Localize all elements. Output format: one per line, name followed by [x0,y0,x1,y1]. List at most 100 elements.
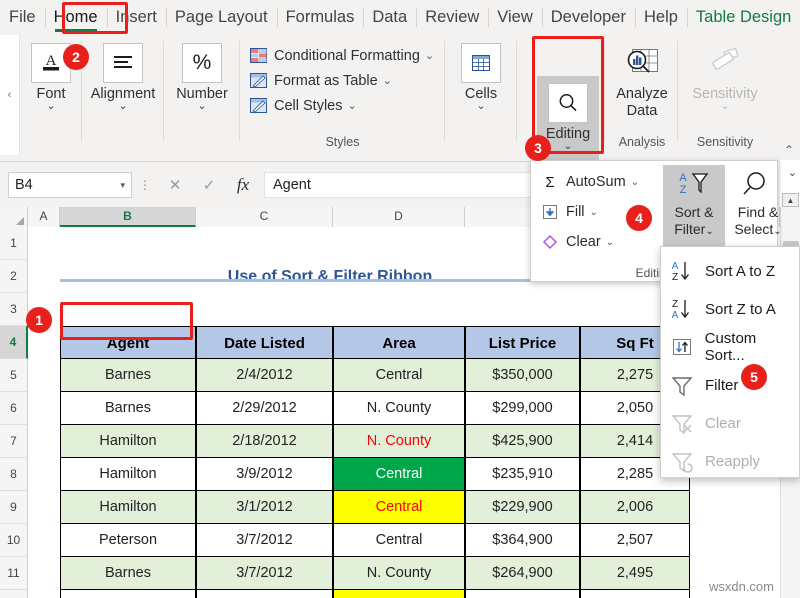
cell-agent[interactable]: Peterson [60,524,196,557]
insert-function-icon[interactable]: fx [226,172,260,198]
clear-chevron-down-icon[interactable]: ⌄ [606,237,614,248]
ribbon-collapse-caret-icon[interactable]: ⌃ [784,143,794,157]
cell-area[interactable]: Central [333,458,465,491]
find-select-chevron-down-icon[interactable]: ⌄ [773,226,781,237]
cell-area[interactable]: N. County [333,557,465,590]
cell-list-price[interactable]: $425,900 [465,425,580,458]
sort-filter-chevron-down-icon[interactable]: ⌄ [705,226,713,237]
table-row[interactable]: Peterson3/7/2012Central$364,9002,507 [28,524,780,557]
tab-data[interactable]: Data [363,0,416,35]
alignment-chevron-down-icon[interactable]: ⌄ [118,102,127,111]
editing-chevron-down-icon[interactable]: ⌄ [563,142,572,151]
table-row[interactable]: Hamilton3/1/2012Central$229,9002,006 [28,491,780,524]
cancel-icon[interactable]: ✕ [158,172,192,198]
cell-date-listed[interactable]: 3/1/2012 [196,491,333,524]
cell-date-listed[interactable]: 2/29/2012 [196,392,333,425]
cell-area[interactable]: Central [333,359,465,392]
cell-date-listed[interactable]: 2/14/2012 [196,590,333,598]
cell-agent[interactable]: Peterson [60,590,196,598]
enter-check-icon[interactable]: ✓ [192,172,226,198]
cell-area[interactable]: N. County [333,392,465,425]
select-all-corner[interactable] [0,207,28,227]
cell-agent[interactable]: Barnes [60,557,196,590]
alignment-group-button[interactable]: Alignment ⌄ [91,37,155,111]
ribbon-options-chevron-down-icon[interactable]: ⌄ [788,166,797,179]
cell-area[interactable]: Central [333,491,465,524]
tab-formulas[interactable]: Formulas [277,0,364,35]
autosum-chevron-down-icon[interactable]: ⌄ [631,177,639,188]
name-box-chevron-down-icon[interactable]: ▾ [120,180,125,191]
number-group-button[interactable]: % Number ⌄ [176,37,228,111]
cell-list-price[interactable]: $235,910 [465,458,580,491]
row-header-1[interactable]: 1 [0,227,28,260]
table-header-agent[interactable]: Agent [60,326,196,359]
table-row[interactable]: Barnes3/7/2012N. County$264,9002,495 [28,557,780,590]
cell-list-price[interactable]: $299,000 [465,392,580,425]
table-row[interactable]: Peterson2/14/2012Central$354,0002,088 [28,590,780,598]
cell-date-listed[interactable]: 3/7/2012 [196,524,333,557]
cell-date-listed[interactable]: 2/4/2012 [196,359,333,392]
cell-list-price[interactable]: $229,900 [465,491,580,524]
cell-area[interactable]: Central [333,590,465,598]
column-header-b[interactable]: B [60,207,196,227]
row-header-7[interactable]: 7 [0,425,28,458]
conditional-formatting-chevron-down-icon[interactable]: ⌄ [425,49,434,62]
menu-item-sort-z-to-a[interactable]: Z A Sort Z to A [661,290,799,328]
cell-date-listed[interactable]: 2/18/2012 [196,425,333,458]
cell-list-price[interactable]: $350,000 [465,359,580,392]
sensitivity-button[interactable]: Sensitivity ⌄ [692,37,757,111]
row-header-6[interactable]: 6 [0,392,28,425]
conditional-formatting-button[interactable]: Conditional Formatting ⌄ [248,43,434,68]
autosum-menu-item[interactable]: Σ AutoSum ⌄ [531,167,643,197]
find-select-button[interactable]: Find & Select⌄ [727,165,789,257]
format-as-table-chevron-down-icon[interactable]: ⌄ [383,74,392,87]
cell-agent[interactable]: Barnes [60,359,196,392]
row-header-4[interactable]: 4 [0,326,28,359]
format-as-table-button[interactable]: Format as Table ⌄ [248,68,434,93]
tab-developer[interactable]: Developer [542,0,635,35]
tab-review[interactable]: Review [416,0,488,35]
menu-item-custom-sort[interactable]: Custom Sort... [661,328,799,366]
cells-chevron-down-icon[interactable]: ⌄ [476,102,485,111]
cell-list-price[interactable]: $354,000 [465,590,580,598]
row-header-10[interactable]: 10 [0,524,28,557]
row-header-2[interactable]: 2 [0,260,28,293]
row-header-9[interactable]: 9 [0,491,28,524]
tab-table-design[interactable]: Table Design [687,0,800,35]
column-header-a[interactable]: A [28,207,60,227]
cell-agent[interactable]: Barnes [60,392,196,425]
row-header-5[interactable]: 5 [0,359,28,392]
cells-group-button[interactable]: Cells ⌄ [461,37,501,111]
name-box[interactable]: B4 ▾ [8,172,132,198]
menu-item-sort-a-to-z[interactable]: A Z Sort A to Z [661,252,799,290]
cell-list-price[interactable]: $264,900 [465,557,580,590]
cell-sq-ft[interactable]: 2,507 [580,524,690,557]
sort-filter-button[interactable]: A Z Sort & Filter⌄ [663,165,725,257]
clear-menu-item[interactable]: Clear ⌄ [531,227,643,257]
cell-styles-chevron-down-icon[interactable]: ⌄ [348,99,357,112]
cell-date-listed[interactable]: 3/9/2012 [196,458,333,491]
cell-agent[interactable]: Hamilton [60,458,196,491]
row-header-11[interactable]: 11 [0,557,28,590]
tab-file[interactable]: File [0,0,45,35]
font-chevron-down-icon[interactable]: ⌄ [46,102,55,111]
column-header-d[interactable]: D [333,207,465,227]
formula-bar-more-icon[interactable]: ⋮ [132,178,158,192]
cell-list-price[interactable]: $364,900 [465,524,580,557]
tab-home[interactable]: Home [45,0,107,35]
row-header-8[interactable]: 8 [0,458,28,491]
menu-item-filter[interactable]: Filter [661,366,799,404]
tab-insert[interactable]: Insert [107,0,166,35]
number-chevron-down-icon[interactable]: ⌄ [197,102,206,111]
table-header-list-price[interactable]: List Price [465,326,580,359]
row-header-3[interactable]: 3 [0,293,28,326]
cell-styles-button[interactable]: Cell Styles ⌄ [248,93,434,118]
fill-chevron-down-icon[interactable]: ⌄ [590,207,598,218]
table-header-date-listed[interactable]: Date Listed [196,326,333,359]
ribbon-collapse-left-icon[interactable]: ‹ [0,35,20,155]
sensitivity-chevron-down-icon[interactable]: ⌄ [720,102,729,111]
tab-page-layout[interactable]: Page Layout [166,0,277,35]
cell-agent[interactable]: Hamilton [60,491,196,524]
cell-area[interactable]: N. County [333,425,465,458]
table-header-area[interactable]: Area [333,326,465,359]
